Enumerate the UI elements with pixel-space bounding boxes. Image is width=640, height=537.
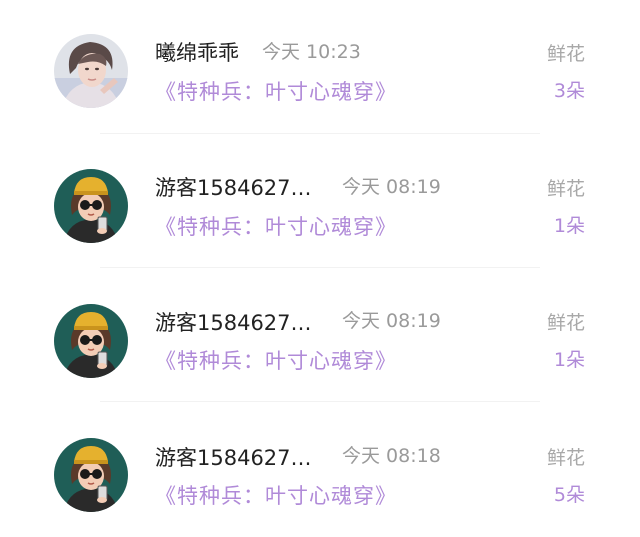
book-title-link[interactable]: 《特种兵：叶寸心魂穿》 [155,486,397,507]
timestamp: 今天 08:19 [342,310,441,332]
list-item[interactable]: 游客1584627… 今天 08:19 《特种兵：叶寸心魂穿》 鲜花 1朵 [0,134,640,268]
gift-count: 5朵 [553,484,585,506]
timestamp: 今天 08:18 [342,445,441,467]
book-title-link[interactable]: 《特种兵：叶寸心魂穿》 [155,217,397,238]
list-item[interactable]: 游客1584627… 今天 08:18 《特种兵：叶寸心魂穿》 鲜花 5朵 [0,402,640,536]
username[interactable]: 游客1584627… [155,448,312,469]
book-title-link[interactable]: 《特种兵：叶寸心魂穿》 [155,351,397,372]
gift-count: 1朵 [553,215,585,237]
gift-count: 3朵 [553,80,585,102]
gift-type-label: 鲜花 [546,312,585,334]
cartoon-girl-avatar-icon[interactable] [54,169,128,243]
photo-avatar-icon[interactable] [54,34,128,108]
gift-type-label: 鲜花 [546,43,585,65]
gift-type-label: 鲜花 [546,178,585,200]
cartoon-girl-avatar-icon[interactable] [54,438,128,512]
list-item[interactable]: 游客1584627… 今天 08:19 《特种兵：叶寸心魂穿》 鲜花 1朵 [0,268,640,402]
book-title-link[interactable]: 《特种兵：叶寸心魂穿》 [155,82,397,103]
list-item[interactable]: 曦绵乖乖 今天 10:23 《特种兵：叶寸心魂穿》 鲜花 3朵 [0,0,640,134]
cartoon-girl-avatar-icon[interactable] [54,304,128,378]
gift-count: 1朵 [553,349,585,371]
timestamp: 今天 08:19 [342,176,441,198]
gift-record-list: 曦绵乖乖 今天 10:23 《特种兵：叶寸心魂穿》 鲜花 3朵 游客158462… [0,0,640,537]
timestamp: 今天 10:23 [262,41,361,63]
username[interactable]: 游客1584627… [155,178,312,199]
username[interactable]: 游客1584627… [155,313,312,334]
username[interactable]: 曦绵乖乖 [155,43,239,64]
gift-type-label: 鲜花 [546,447,585,469]
